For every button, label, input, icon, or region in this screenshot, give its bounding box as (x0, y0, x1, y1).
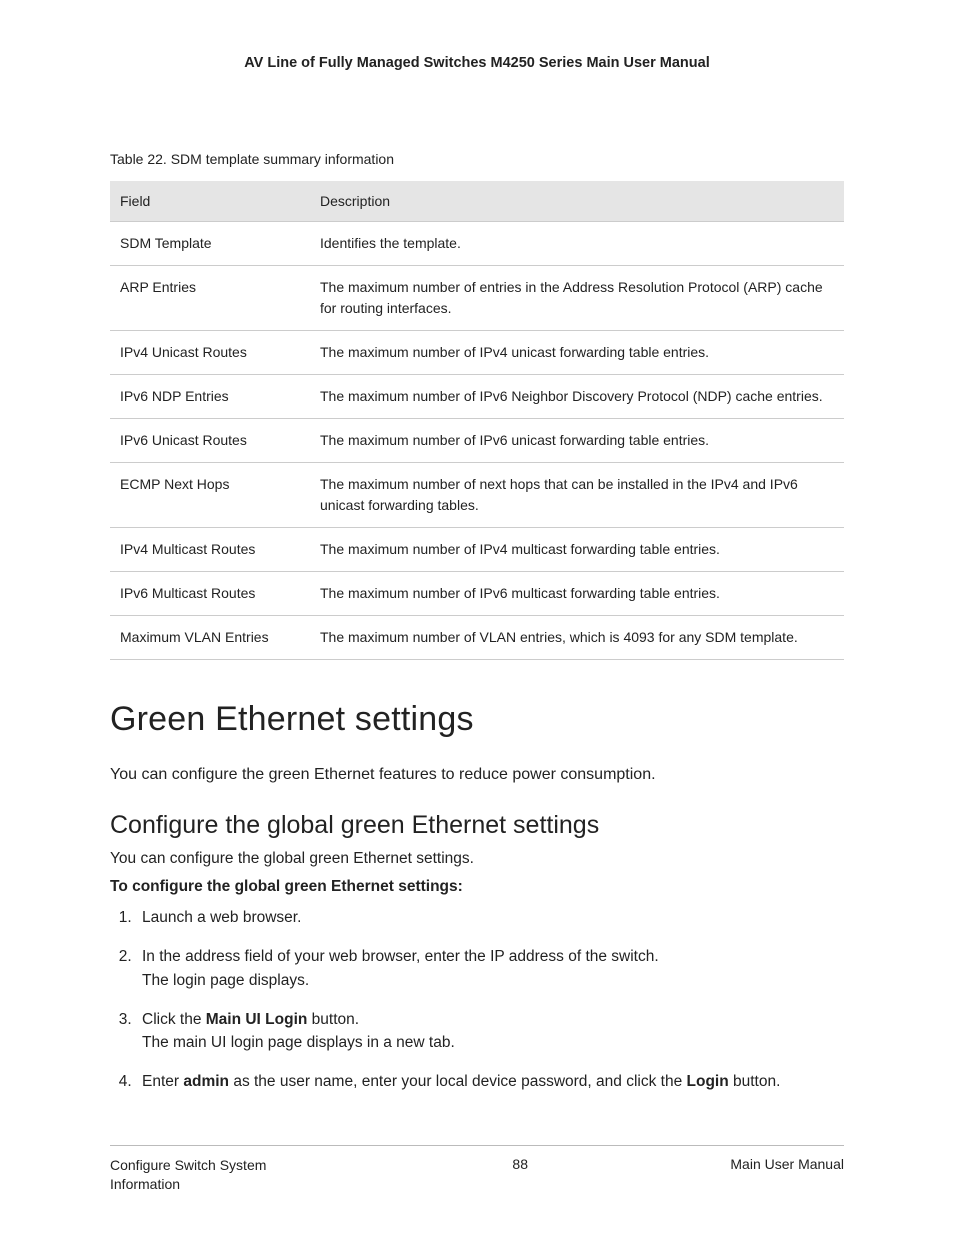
table-row: SDM TemplateIdentifies the template. (110, 222, 844, 266)
section-heading: Green Ethernet settings (110, 700, 844, 739)
ui-button-name: Main UI Login (206, 1011, 308, 1028)
ui-button-name: Login (687, 1073, 729, 1090)
footer: Configure Switch System Information 88 M… (110, 1145, 844, 1195)
cell-field: IPv4 Unicast Routes (110, 331, 310, 375)
table-row: IPv4 Unicast RoutesThe maximum number of… (110, 331, 844, 375)
step-4: Enter admin as the user name, enter your… (136, 1070, 844, 1093)
step-text: The main UI login page displays in a new… (142, 1034, 455, 1051)
table-row: ARP EntriesThe maximum number of entries… (110, 266, 844, 331)
cell-field: ECMP Next Hops (110, 463, 310, 528)
cell-desc: Identifies the template. (310, 222, 844, 266)
table-row: IPv4 Multicast RoutesThe maximum number … (110, 528, 844, 572)
cell-field: Maximum VLAN Entries (110, 616, 310, 660)
cell-desc: The maximum number of entries in the Add… (310, 266, 844, 331)
cell-field: IPv6 NDP Entries (110, 375, 310, 419)
step-text: In the address field of your web browser… (142, 948, 659, 965)
instruction-lead: To configure the global green Ethernet s… (110, 878, 844, 896)
page-number: 88 (310, 1156, 730, 1172)
table-row: Maximum VLAN EntriesThe maximum number o… (110, 616, 844, 660)
table-row: IPv6 Multicast RoutesThe maximum number … (110, 572, 844, 616)
cell-desc: The maximum number of IPv6 Neighbor Disc… (310, 375, 844, 419)
cell-desc: The maximum number of VLAN entries, whic… (310, 616, 844, 660)
cell-desc: The maximum number of IPv6 unicast forwa… (310, 419, 844, 463)
steps-list: Launch a web browser. In the address fie… (110, 906, 844, 1094)
footer-left: Configure Switch System Information (110, 1156, 310, 1195)
cell-field: IPv6 Unicast Routes (110, 419, 310, 463)
step-text: button. (729, 1073, 781, 1090)
table-caption: Table 22. SDM template summary informati… (110, 151, 844, 167)
credential-text: admin (183, 1073, 229, 1090)
step-text: Launch a web browser. (142, 909, 301, 926)
cell-desc: The maximum number of IPv6 multicast for… (310, 572, 844, 616)
col-desc: Description (310, 181, 844, 222)
step-text: Enter (142, 1073, 183, 1090)
subsection-heading: Configure the global green Ethernet sett… (110, 811, 844, 840)
table-head-row: Field Description (110, 181, 844, 222)
subsection-intro: You can configure the global green Ether… (110, 850, 844, 868)
table-row: IPv6 Unicast RoutesThe maximum number of… (110, 419, 844, 463)
footer-right: Main User Manual (730, 1156, 844, 1172)
step-text: The login page displays. (142, 972, 309, 989)
sdm-table: Field Description SDM TemplateIdentifies… (110, 181, 844, 660)
cell-desc: The maximum number of next hops that can… (310, 463, 844, 528)
section-intro: You can configure the green Ethernet fea… (110, 763, 844, 787)
step-1: Launch a web browser. (136, 906, 844, 929)
step-text: Click the (142, 1011, 206, 1028)
step-text: button. (307, 1011, 359, 1028)
cell-field: SDM Template (110, 222, 310, 266)
step-2: In the address field of your web browser… (136, 945, 844, 992)
cell-desc: The maximum number of IPv4 multicast for… (310, 528, 844, 572)
step-text: as the user name, enter your local devic… (229, 1073, 687, 1090)
doc-header: AV Line of Fully Managed Switches M4250 … (110, 55, 844, 71)
table-row: IPv6 NDP EntriesThe maximum number of IP… (110, 375, 844, 419)
col-field: Field (110, 181, 310, 222)
cell-field: IPv6 Multicast Routes (110, 572, 310, 616)
cell-desc: The maximum number of IPv4 unicast forwa… (310, 331, 844, 375)
cell-field: ARP Entries (110, 266, 310, 331)
table-row: ECMP Next HopsThe maximum number of next… (110, 463, 844, 528)
step-3: Click the Main UI Login button. The main… (136, 1008, 844, 1055)
page: AV Line of Fully Managed Switches M4250 … (0, 0, 954, 1235)
cell-field: IPv4 Multicast Routes (110, 528, 310, 572)
